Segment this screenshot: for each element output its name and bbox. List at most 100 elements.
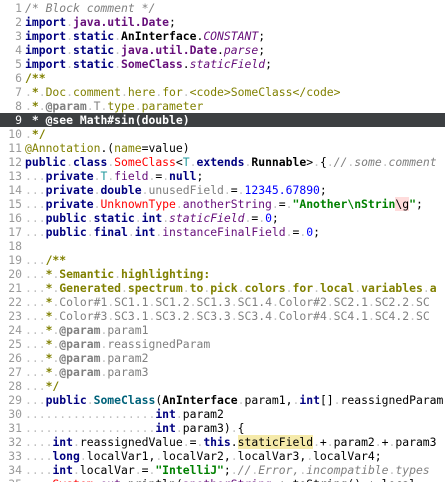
code-line[interactable]: 15 ...private.UnknownType.anotherString.=… (0, 197, 445, 211)
code-token: static (73, 57, 115, 71)
code-line[interactable]: 20 ...*.Semantic.highlighting: (0, 267, 445, 281)
code-token: anotherString (183, 477, 272, 482)
code-token: . (38, 99, 46, 113)
code-token: . (326, 295, 334, 309)
code-token: . (285, 281, 293, 295)
code-token: . (114, 43, 122, 57)
code-line[interactable]: 11 @Annotation.(name=value) (0, 141, 445, 155)
code-line[interactable]: 18 (0, 239, 445, 253)
code-token: SC4.1 (333, 309, 368, 323)
code-token: instanceFinalField (162, 225, 286, 239)
code-line[interactable]: 31 ...................int.param3).{ (0, 421, 445, 435)
code-token: here (127, 85, 156, 99)
code-token: int (299, 393, 320, 407)
code-token: ; (196, 169, 204, 183)
code-token: field (114, 169, 149, 183)
code-line[interactable]: 1/* Block comment */ (0, 1, 445, 15)
code-line[interactable]: 30 ...................int.param2 (0, 407, 445, 421)
line-number: 4 (15, 43, 22, 57)
line-number: 19 (8, 253, 22, 267)
code-token: staticField (169, 211, 245, 225)
code-line[interactable]: 7 .*.Doc.comment.here.for.<code>SomeClass… (0, 85, 445, 99)
code-token: staticField (237, 435, 314, 449)
code-line[interactable]: 22 ...*.Color#1.SC1.1.SC1.2.SC1.3.SC1.4.C… (0, 295, 445, 309)
code-token: . (38, 85, 46, 99)
code-line[interactable]: 27 ...*.@param.param3 (0, 365, 445, 379)
code-token: . (230, 435, 238, 449)
code-token: . (333, 393, 341, 407)
code-text: ...................int.param2 (25, 407, 224, 421)
code-line[interactable]: 34 ....int.localVar.=."IntelliJ";.//.Erro… (0, 463, 445, 477)
code-line[interactable]: 12 public.class.SomeClass<T.extends.Runna… (0, 155, 445, 169)
code-token: . (66, 15, 74, 29)
code-line[interactable]: 2 import.java.util.Date; (0, 15, 445, 29)
code-line[interactable]: 33 ....long.localVar1,.localVar2,.localVa… (0, 449, 445, 463)
code-token: ... (25, 379, 46, 393)
line-number: 28 (8, 379, 22, 393)
code-line[interactable]: 4 import.static.java.util.Date.parse; (0, 43, 445, 57)
code-text: ...public.final.int.instanceFinalField.=… (25, 225, 320, 239)
code-token: . (230, 449, 238, 463)
code-line[interactable]: 21 ...*.Generated.spectrum.to.pick.colors… (0, 281, 445, 295)
code-line[interactable]: 16 ...public.static.int.staticField.=.0; (0, 211, 445, 225)
code-token: to (189, 281, 204, 295)
code-token: localVar3, (237, 449, 307, 463)
code-line[interactable]: 17 ...public.final.int.instanceFinalField… (0, 225, 445, 239)
code-token: Error, (258, 463, 300, 477)
code-line[interactable]: 6/** (0, 71, 445, 85)
code-token: SC2.2 (374, 295, 410, 309)
code-text: import.static.SomeClass.staticField; (25, 57, 272, 71)
code-line[interactable]: 14 ...private.double.unusedField.=.12345.… (0, 183, 445, 197)
code-token: System (52, 477, 93, 482)
code-token: // (333, 155, 348, 169)
code-line[interactable]: 13 ...private.T.field.=.null; (0, 169, 445, 183)
code-token: . (66, 29, 74, 43)
line-number: 21 (8, 281, 22, 295)
code-editor[interactable]: 1/* Block comment */2 import.java.util.Da… (0, 0, 445, 482)
code-token: . (230, 463, 238, 477)
code-token: */ (45, 379, 60, 393)
code-token: Color#3 (59, 309, 108, 323)
code-token: localVar1, (86, 449, 156, 463)
code-token: . (86, 211, 94, 225)
code-line[interactable]: 29 ...public.SomeClass(AnInterface.param1… (0, 393, 445, 407)
code-token: param1 (107, 323, 149, 337)
code-token: ... (25, 169, 46, 183)
code-token: null (169, 169, 197, 183)
code-token: some (354, 155, 382, 169)
code-token: import (25, 15, 67, 29)
code-token: . (134, 463, 142, 477)
code-token: Doc (45, 85, 67, 99)
code-text: import.static.java.util.Date.parse; (25, 43, 265, 57)
code-token: static (73, 43, 115, 57)
code-token: . (313, 155, 320, 169)
code-token: Math#sin(double) (79, 113, 190, 127)
code-token: ... (25, 253, 46, 267)
line-number: 25 (8, 337, 22, 351)
line-number: 32 (8, 435, 22, 449)
code-line[interactable]: 26 ...*.@param.param2 (0, 351, 445, 365)
code-line[interactable]: 32 ....int.reassignedValue.=.this.staticF… (0, 435, 445, 449)
code-token: /** (25, 71, 46, 85)
code-text: ....System.out.println(anotherString.+.t… (25, 477, 416, 482)
code-token: ; (258, 43, 266, 57)
code-line[interactable]: 8 .*.@param.T.type.parameter (0, 99, 445, 113)
code-line[interactable]: 19 .../** (0, 253, 445, 267)
code-line[interactable]: 24 ...*.@param.param1 (0, 323, 445, 337)
code-line[interactable]: 35....System.out.println(anotherString.+… (0, 477, 445, 482)
code-token: parse (223, 43, 259, 57)
code-token: * (31, 99, 39, 113)
current-code-line[interactable]: 9 * @see Math#sin(double) (0, 113, 445, 127)
code-line[interactable]: 28 ...*/ (0, 379, 445, 393)
code-line[interactable]: 5 import.static.SomeClass.staticField; (0, 57, 445, 71)
code-line[interactable]: 25 ...*.@param.reassignedParam (0, 337, 445, 351)
code-line[interactable]: 3 import.static.AnInterface.CONSTANT; (0, 29, 445, 43)
code-token: . (25, 99, 32, 113)
code-token: . (271, 309, 279, 323)
code-line[interactable]: 10 .*/ (0, 127, 445, 141)
code-token: ; (415, 197, 423, 211)
line-number: 5 (15, 57, 22, 71)
code-line[interactable]: 23 ...*.Color#3.SC3.1.SC3.2.SC3.3.SC3.4.C… (0, 309, 445, 323)
